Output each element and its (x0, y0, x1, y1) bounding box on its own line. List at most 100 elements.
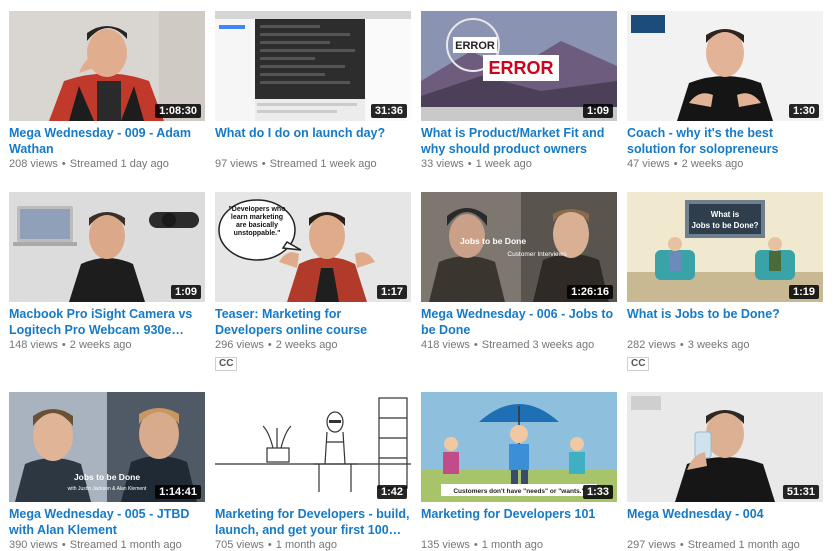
video-grid: 1:08:30 Mega Wednesday - 009 - Adam Wath… (0, 0, 836, 551)
video-meta: 390 views • Streamed 1 month ago (9, 538, 205, 551)
separator-dot: • (467, 158, 472, 170)
duration-badge: 51:31 (782, 485, 819, 499)
video-meta: 135 views • 1 month ago (421, 538, 617, 551)
closed-captions-badge: CC (627, 357, 650, 371)
separator-dot: • (679, 339, 684, 351)
video-thumbnail[interactable]: 1:42 (215, 392, 411, 502)
video-meta: 208 views • Streamed 1 day ago (9, 157, 205, 172)
duration-badge: 1:42 (376, 485, 407, 499)
upload-age: 3 weeks ago (687, 339, 750, 351)
view-count: 390 views (9, 539, 58, 551)
separator-dot: • (267, 339, 272, 351)
upload-age: 1 month ago (481, 539, 543, 551)
duration-badge: 1:33 (582, 485, 613, 499)
duration-badge: 1:08:30 (155, 104, 201, 118)
separator-dot: • (267, 539, 272, 551)
upload-age: 2 weeks ago (69, 339, 132, 351)
video-title[interactable]: What is Product/Market Fit and why shoul… (421, 125, 617, 157)
separator-dot: • (61, 339, 66, 351)
video-title[interactable]: What do I do on launch day? (215, 125, 411, 157)
video-card[interactable]: "Developers who learn marketing are basi… (215, 192, 411, 371)
separator-dot: • (261, 158, 266, 170)
duration-badge: 1:09 (582, 104, 613, 118)
video-title[interactable]: Mega Wednesday - 009 - Adam Wathan (9, 125, 205, 157)
view-count: 148 views (9, 339, 58, 351)
video-thumbnail[interactable]: "Developers who learn marketing are basi… (215, 192, 411, 302)
video-card[interactable]: 1:30 Coach - why it's the best solution … (627, 11, 823, 172)
video-card[interactable]: 1:09 Macbook Pro iSight Camera vs Logite… (9, 192, 205, 353)
video-thumbnail[interactable]: 31:36 (215, 11, 411, 121)
video-thumbnail[interactable]: 1:30 (627, 11, 823, 121)
error-big-label: ERROR (488, 58, 553, 78)
video-meta: 282 views • 3 weeks ago (627, 338, 823, 353)
view-count: 296 views (215, 339, 264, 351)
video-title[interactable]: Marketing for Developers - build, launch… (215, 506, 411, 538)
video-title[interactable]: Marketing for Developers 101 (421, 506, 617, 538)
jtbd-guest-sub: with Justin Jackson & Alan Klement (68, 486, 147, 492)
video-card[interactable]: 51:31 Mega Wednesday - 004 297 views • Str… (627, 392, 823, 551)
upload-age: 2 weeks ago (275, 339, 338, 351)
video-title[interactable]: Mega Wednesday - 006 - Jobs to be Done (421, 306, 617, 338)
video-thumbnail[interactable]: What is Jobs to be Done? 1:19 (627, 192, 823, 302)
upload-age: Streamed 1 month ago (687, 539, 800, 551)
separator-dot: • (679, 539, 684, 551)
view-count: 33 views (421, 158, 464, 170)
video-meta: 97 views • Streamed 1 week ago (215, 157, 411, 172)
video-meta: 33 views • 1 week ago (421, 157, 617, 172)
video-thumbnail[interactable]: Jobs to be Done Customer Interviews 1:26… (421, 192, 617, 302)
error-label: ERROR (455, 40, 495, 52)
video-title[interactable]: Macbook Pro iSight Camera vs Logitech Pr… (9, 306, 205, 338)
video-meta: 297 views • Streamed 1 month ago (627, 538, 823, 551)
video-card[interactable]: Jobs to be Done Customer Interviews 1:26… (421, 192, 617, 353)
separator-dot: • (61, 539, 66, 551)
customers-caption: Customers don't have "needs" or "wants." (453, 488, 584, 495)
video-meta: 47 views • 2 weeks ago (627, 157, 823, 172)
video-thumbnail[interactable]: ERROR ERROR 1:09 (421, 11, 617, 121)
view-count: 208 views (9, 158, 58, 170)
jtbd-guest-label: Jobs to be Done (74, 472, 140, 482)
video-meta: 705 views • 1 month ago (215, 538, 411, 551)
duration-badge: 1:30 (788, 104, 819, 118)
upload-age: Streamed 1 day ago (69, 158, 169, 170)
duration-badge: 1:09 (170, 285, 201, 299)
view-count: 47 views (627, 158, 670, 170)
jtbd-label: Jobs to be Done (460, 236, 526, 246)
video-thumbnail[interactable]: Jobs to be Done with Justin Jackson & Al… (9, 392, 205, 502)
view-count: 135 views (421, 539, 470, 551)
upload-age: 1 month ago (275, 539, 337, 551)
video-thumbnail[interactable]: Customers don't have "needs" or "wants."… (421, 392, 617, 502)
jtbd-question-line: What is (711, 210, 740, 219)
separator-dot: • (61, 158, 66, 170)
video-card[interactable]: Customers don't have "needs" or "wants."… (421, 392, 617, 551)
video-title[interactable]: Mega Wednesday - 005 - JTBD with Alan Kl… (9, 506, 205, 538)
video-card[interactable]: 31:36 What do I do on launch day? 97 vie… (215, 11, 411, 172)
speech-bubble-text: "Developers who learn marketing are basi… (228, 206, 286, 237)
video-meta: 296 views • 2 weeks ago (215, 338, 411, 353)
video-title[interactable]: Mega Wednesday - 004 (627, 506, 823, 538)
duration-badge: 1:26:16 (567, 285, 613, 299)
video-card[interactable]: 1:42 Marketing for Developers - build, l… (215, 392, 411, 551)
view-count: 418 views (421, 339, 470, 351)
video-thumbnail[interactable]: 1:09 (9, 192, 205, 302)
video-card[interactable]: Jobs to be Done with Justin Jackson & Al… (9, 392, 205, 551)
separator-dot: • (673, 158, 678, 170)
video-card[interactable]: What is Jobs to be Done? 1:19 What is Jo… (627, 192, 823, 371)
view-count: 297 views (627, 539, 676, 551)
video-title[interactable]: Coach - why it's the best solution for s… (627, 125, 823, 157)
duration-badge: 31:36 (370, 104, 407, 118)
video-thumbnail[interactable]: 51:31 (627, 392, 823, 502)
upload-age: Streamed 1 month ago (69, 539, 182, 551)
jtbd-question: Jobs to be Done? (691, 221, 758, 230)
video-thumbnail[interactable]: 1:08:30 (9, 11, 205, 121)
video-title[interactable]: What is Jobs to be Done? (627, 306, 823, 338)
view-count: 97 views (215, 158, 258, 170)
separator-dot: • (473, 339, 478, 351)
separator-dot: • (473, 539, 478, 551)
upload-age: Streamed 3 weeks ago (481, 339, 595, 351)
upload-age: 1 week ago (475, 158, 532, 170)
video-meta: 148 views • 2 weeks ago (9, 338, 205, 353)
video-card[interactable]: 1:08:30 Mega Wednesday - 009 - Adam Wath… (9, 11, 205, 172)
video-meta: 418 views • Streamed 3 weeks ago (421, 338, 617, 353)
video-title[interactable]: Teaser: Marketing for Developers online … (215, 306, 411, 338)
video-card[interactable]: ERROR ERROR 1:09 What is Product/Market … (421, 11, 617, 172)
